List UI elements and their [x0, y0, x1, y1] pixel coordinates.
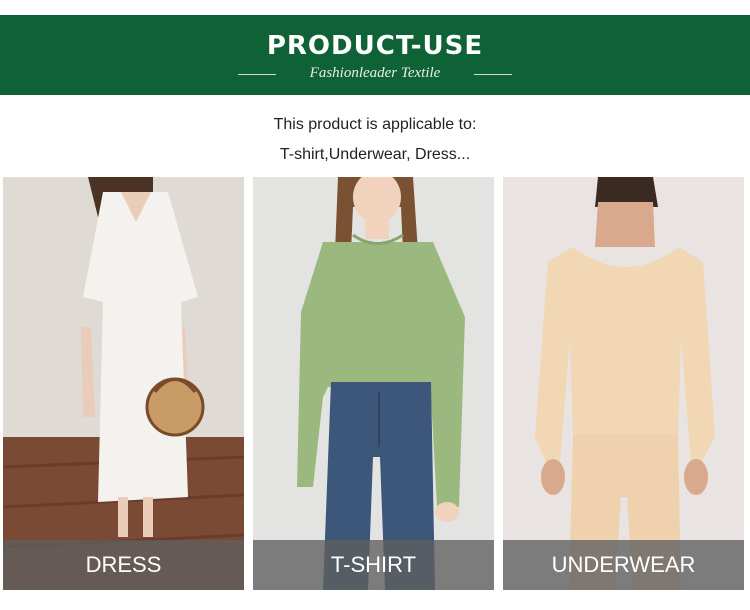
product-card-underwear: UNDERWEAR [503, 177, 744, 590]
underwear-photo [503, 177, 744, 590]
page-subtitle: Fashionleader Textile [309, 65, 441, 81]
product-label-tshirt: T-SHIRT [253, 540, 494, 590]
dress-photo [3, 177, 244, 590]
product-label-underwear: UNDERWEAR [503, 540, 744, 590]
product-card-tshirt: T-SHIRT [253, 177, 494, 590]
applicable-items-text: T-shirt,Underwear, Dress... [279, 146, 471, 163]
intro-text: This product is applicable to: [273, 116, 477, 133]
product-label-dress: DRESS [3, 540, 244, 590]
page-title: PRODUCT-USE [266, 31, 484, 61]
subtitle-divider-right [474, 74, 512, 75]
product-card-dress: DRESS [3, 177, 244, 590]
header-banner: PRODUCT-USE Fashionleader Textile [0, 15, 750, 95]
tshirt-photo [253, 177, 494, 590]
